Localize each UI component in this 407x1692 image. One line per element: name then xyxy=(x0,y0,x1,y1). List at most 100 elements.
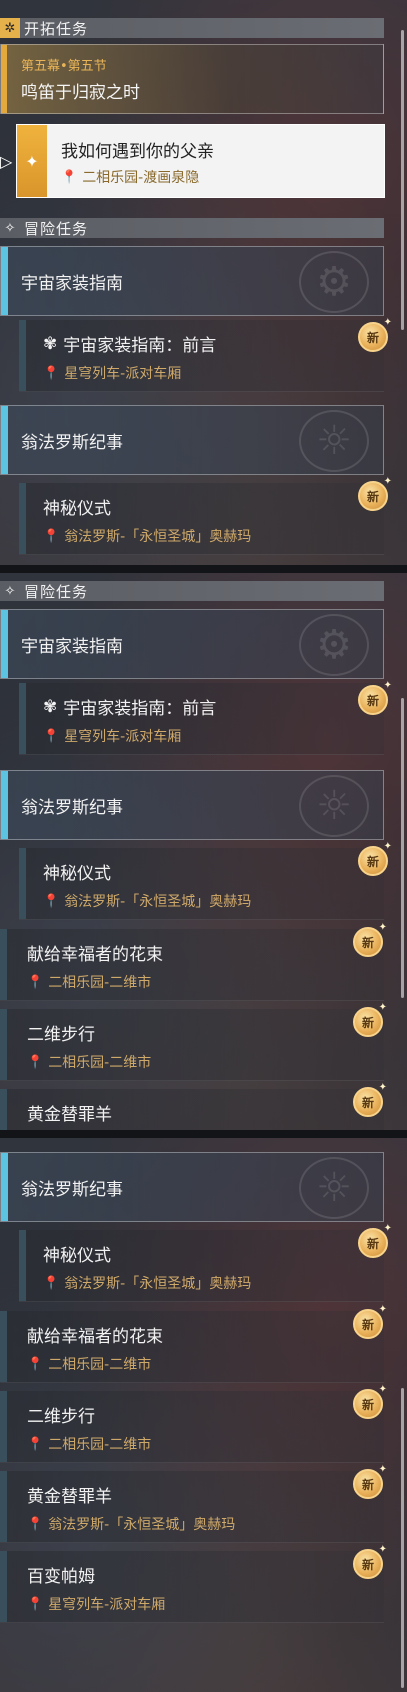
new-badge: 新 xyxy=(353,1464,387,1499)
location-text: 星穹列车-派对车厢 xyxy=(64,729,182,745)
location-text: 星穹列车-派对车厢 xyxy=(64,366,182,382)
quest-item-ritual[interactable]: 神秘仪式 📍 翁法罗斯-「永恒圣城」奥赫玛 xyxy=(19,1230,384,1302)
quest-title: 二维步行 xyxy=(27,1407,95,1427)
home-guide-icon: ✾ xyxy=(43,333,58,354)
section-title: 冒险任务 xyxy=(24,582,89,601)
quest-item-bouquet[interactable]: 献给幸福者的花束 📍 二相乐园-二维市 xyxy=(0,929,384,1001)
quest-title: 献给幸福者的花束 xyxy=(27,1327,163,1347)
quest-title: 黄金替罪羊 xyxy=(27,1105,112,1125)
quest-panel-2: ✧ 冒险任务 宇宙家装指南 ⚙ ✾ 宇宙家装指南：前言 📍 星穹列车-派对车厢 … xyxy=(0,573,407,1130)
quest-item-ritual[interactable]: 神秘仪式 📍 翁法罗斯-「永恒圣城」奥赫玛 xyxy=(19,483,384,555)
quest-location: 📍 翁法罗斯-「永恒圣城」奥赫玛 xyxy=(43,891,251,911)
quest-item-scapegoat[interactable]: 黄金替罪羊 📍 翁法罗斯-「永恒圣城」奥赫玛 xyxy=(0,1471,384,1543)
quest-title: 黄金替罪羊 xyxy=(27,1487,112,1507)
location-text: 二相乐园-渡画泉隐 xyxy=(82,170,200,186)
location-text: 二相乐园-二维市 xyxy=(48,975,152,991)
section-header-adventure: ✧ 冒险任务 xyxy=(0,581,384,601)
location-pin-icon: 📍 xyxy=(27,1436,44,1452)
blue-strip xyxy=(1,247,8,315)
star-diamond-icon: ✧ xyxy=(4,583,16,599)
quest-item-bouquet[interactable]: 献给幸福者的花束 📍 二相乐园-二维市 xyxy=(0,1311,384,1383)
new-badge: 新 xyxy=(353,1384,387,1419)
new-badge: 新 xyxy=(353,1002,387,1037)
item-strip xyxy=(19,683,26,754)
new-badge: 新 xyxy=(358,317,392,352)
blue-strip xyxy=(1,406,8,474)
group-emblem-icon: ☼ xyxy=(299,1157,369,1219)
location-pin-icon: 📍 xyxy=(27,974,44,990)
main-quest-card[interactable]: 第五幕•第五节 鸣笛于归寂之时 xyxy=(0,44,384,114)
quest-group-home-guide[interactable]: 宇宙家装指南 ⚙ xyxy=(0,609,384,679)
item-strip xyxy=(0,1009,7,1080)
quest-item-ritual[interactable]: 神秘仪式 📍 翁法罗斯-「永恒圣城」奥赫玛 xyxy=(19,848,384,920)
scrollbar[interactable] xyxy=(401,1388,404,1688)
item-strip xyxy=(19,483,26,554)
new-badge: 新 xyxy=(353,1544,387,1579)
screenshot-divider xyxy=(0,565,407,573)
quest-item-scapegoat[interactable]: 黄金替罪羊 xyxy=(0,1089,384,1130)
quest-group-home-guide[interactable]: 宇宙家装指南 ⚙ xyxy=(0,246,384,316)
quest-title: ✾ 宇宙家装指南：前言 xyxy=(43,331,216,357)
group-emblem-icon: ⚙ xyxy=(299,251,369,313)
quest-group-okhema[interactable]: 翁法罗斯纪事 ☼ xyxy=(0,770,384,840)
section-title: 冒险任务 xyxy=(24,219,89,238)
blue-strip xyxy=(1,1153,8,1221)
location-pin-icon: 📍 xyxy=(43,528,60,544)
location-pin-icon: 📍 xyxy=(61,169,78,185)
quest-title-text: 宇宙家装指南：前言 xyxy=(63,699,217,719)
quest-location: 📍 翁法罗斯-「永恒圣城」奥赫玛 xyxy=(43,526,251,546)
item-strip xyxy=(0,1089,7,1130)
new-badge: 新 xyxy=(358,476,392,511)
location-text: 翁法罗斯-「永恒圣城」奥赫玛 xyxy=(64,894,252,910)
quest-chapter: 第五幕•第五节 xyxy=(21,59,107,74)
group-title: 翁法罗斯纪事 xyxy=(21,798,123,818)
item-strip xyxy=(0,1551,7,1622)
new-badge: 新 xyxy=(353,1082,387,1117)
quest-item-walk[interactable]: 二维步行 📍 二相乐园-二维市 xyxy=(0,1009,384,1081)
group-emblem-icon: ☼ xyxy=(299,775,369,837)
location-pin-icon: 📍 xyxy=(43,365,60,381)
quest-item-preface[interactable]: ✾ 宇宙家装指南：前言 📍 星穹列车-派对车厢 xyxy=(19,320,384,392)
quest-location: 📍 二相乐园-二维市 xyxy=(27,1434,151,1454)
quest-item-pom[interactable]: 百变帕姆 📍 星穹列车-派对车厢 xyxy=(0,1551,384,1623)
location-pin-icon: 📍 xyxy=(43,728,60,744)
quest-diamond-icon: ✦ xyxy=(17,125,47,197)
quest-title: 我如何遇到你的父亲 xyxy=(61,142,214,162)
quest-title: 神秘仪式 xyxy=(43,499,111,519)
quest-title: 百变帕姆 xyxy=(27,1567,95,1587)
location-text: 翁法罗斯-「永恒圣城」奥赫玛 xyxy=(64,1276,252,1292)
location-pin-icon: 📍 xyxy=(43,1275,60,1291)
selected-quest-item[interactable]: ✦ 我如何遇到你的父亲 📍 二相乐园-渡画泉隐 xyxy=(16,124,385,198)
gold-strip xyxy=(1,45,7,113)
quest-location: 📍 二相乐园-二维市 xyxy=(27,972,151,992)
quest-title: 献给幸福者的花束 xyxy=(27,945,163,965)
quest-item-walk[interactable]: 二维步行 📍 二相乐园-二维市 xyxy=(0,1391,384,1463)
quest-location: 📍 星穹列车-派对车厢 xyxy=(43,726,181,746)
group-title: 翁法罗斯纪事 xyxy=(21,1180,123,1200)
home-guide-icon: ✾ xyxy=(43,696,58,717)
location-pin-icon: 📍 xyxy=(27,1596,44,1612)
item-strip xyxy=(0,1471,7,1542)
location-text: 二相乐园-二维市 xyxy=(48,1437,152,1453)
scrollbar[interactable] xyxy=(401,30,404,330)
scrollbar[interactable] xyxy=(401,698,404,998)
group-emblem-icon: ☼ xyxy=(299,410,369,472)
quest-location: 📍 二相乐园-二维市 xyxy=(27,1052,151,1072)
quest-group-okhema[interactable]: 翁法罗斯纪事 ☼ xyxy=(0,1152,384,1222)
quest-location: 📍 翁法罗斯-「永恒圣城」奥赫玛 xyxy=(43,1273,251,1293)
quest-group-okhema[interactable]: 翁法罗斯纪事 ☼ xyxy=(0,405,384,475)
quest-panel-1: ✲ 开拓任务 第五幕•第五节 鸣笛于归寂之时 ▷ ✦ 我如何遇到你的父亲 📍 二… xyxy=(0,0,407,565)
quest-title: 二维步行 xyxy=(27,1025,95,1045)
gold-diamond-icon: ✲ xyxy=(0,18,20,38)
location-text: 星穹列车-派对车厢 xyxy=(48,1597,166,1613)
item-strip xyxy=(0,1311,7,1382)
location-text: 二相乐园-二维市 xyxy=(48,1055,152,1071)
blue-strip xyxy=(1,610,8,678)
section-header-adventure: ✧ 冒险任务 xyxy=(0,218,384,238)
blue-strip xyxy=(1,771,8,839)
quest-item-preface[interactable]: ✾ 宇宙家装指南：前言 📍 星穹列车-派对车厢 xyxy=(19,683,384,755)
new-badge: 新 xyxy=(353,922,387,957)
location-pin-icon: 📍 xyxy=(27,1054,44,1070)
new-badge: 新 xyxy=(358,680,392,715)
quest-panel-3: 翁法罗斯纪事 ☼ 神秘仪式 📍 翁法罗斯-「永恒圣城」奥赫玛 新 献给幸福者的花… xyxy=(0,1138,407,1692)
